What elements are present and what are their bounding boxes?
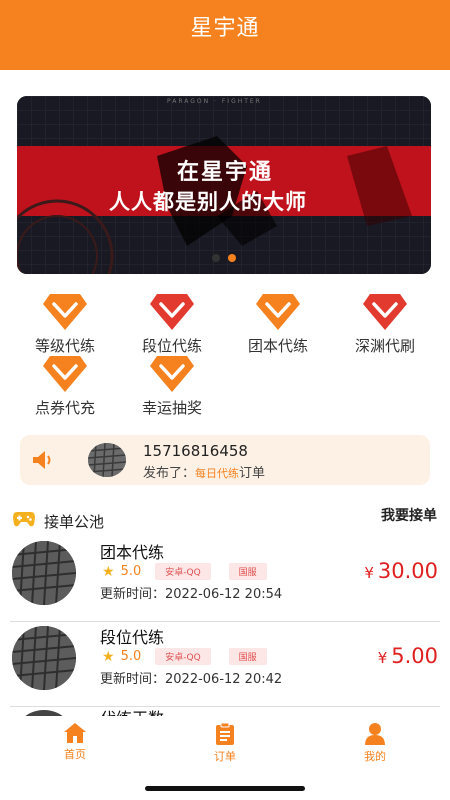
home-indicator [145,786,305,791]
tab-label: 首页 [64,748,86,761]
home-icon [64,723,86,743]
order-price: ¥5.00 [378,644,438,668]
orange-chevron-gem-icon [43,294,87,330]
order-rating: 5.0 [120,649,142,664]
banner-caption: PARAGON · FIGHTER [167,98,262,105]
order-name: 段位代练 [100,628,165,647]
star-icon: ★ [102,563,115,580]
notice-order-type: 每日代练 [195,467,240,480]
price-value: 5.00 [391,644,438,668]
service-label: 等级代练 [34,337,95,355]
banner-subheadline: 人人都是别人的大师 [109,190,307,214]
order-thumbnail [12,626,76,690]
service-label: 幸运抽奖 [141,399,202,417]
list-item[interactable]: 团本代练 ★ 5.0 安卓-QQ 国服 更新时间：2022-06-12 20:5… [10,537,440,622]
service-label: 深渊代刷 [354,337,415,355]
order-rating: 5.0 [120,564,142,579]
service-label: 点券代充 [34,399,95,417]
tab-profile[interactable]: 我的 [335,722,415,764]
platform-badge: 安卓-QQ [155,563,211,580]
service-label: 团本代练 [247,337,308,355]
banner-headline: 在星宇通 [177,160,274,185]
tab-home[interactable]: 首页 [35,722,115,762]
page-title: 星宇通 [190,16,260,41]
order-price: ¥30.00 [364,559,438,583]
tab-label: 订单 [214,750,236,763]
service-raid-boost[interactable]: 团本代练 [228,292,328,356]
order-name: 代练王数 [100,705,164,716]
server-badge: 国服 [228,648,267,665]
service-lucky-draw[interactable]: 幸运抽奖 [122,354,222,418]
gamepad-icon [13,512,35,527]
notice-suffix: 订单 [239,466,266,481]
server-badge: 国服 [228,563,267,580]
carousel-indicator [17,254,431,262]
currency-symbol: ¥ [377,649,388,667]
section-title: 接单公池 [44,513,105,531]
user-icon [365,723,385,745]
currency-symbol: ¥ [364,564,374,582]
tab-label: 我的 [364,750,386,763]
tab-orders[interactable]: 订单 [185,722,265,764]
price-value: 30.00 [377,559,438,583]
orange-chevron-gem-icon [256,294,300,330]
notice-prefix: 发布了： [143,466,196,481]
service-label: 段位代练 [141,337,202,355]
order-updated-time: 更新时间：2022-06-12 20:42 [100,672,283,687]
order-name: 团本代练 [100,543,165,562]
app-header: 星宇通 [0,0,450,70]
orange-chevron-gem-icon [150,356,194,392]
order-thumbnail [12,541,76,605]
order-pool-header: 接单公池 我要接单 [12,508,442,532]
list-item[interactable]: 段位代练 ★ 5.0 安卓-QQ 国服 更新时间：2022-06-12 20:4… [10,622,440,707]
red-gem-icon [363,294,407,330]
avatar [88,443,126,477]
orange-chevron-gem-icon [43,356,87,392]
carousel-dot[interactable] [212,254,220,262]
list-item-partial[interactable]: 代练王数 [0,702,450,716]
order-meta: ★ 5.0 安卓-QQ 国服 [102,648,279,665]
service-level-boost[interactable]: 等级代练 [15,292,115,356]
service-rank-boost[interactable]: 段位代练 [122,292,222,356]
speaker-icon [33,451,51,469]
service-voucher-topup[interactable]: 点券代充 [15,354,115,418]
announcement-bar[interactable]: 15716816458 发布了：每日代练订单 [20,435,430,485]
carousel-dot-active[interactable] [228,254,236,262]
platform-badge: 安卓-QQ [155,648,211,665]
notice-user-phone: 15716816458 [143,442,248,460]
star-icon: ★ [102,648,115,665]
service-abyss-farm[interactable]: 深渊代刷 [335,292,435,356]
order-meta: ★ 5.0 安卓-QQ 国服 [102,563,279,580]
promo-banner[interactable]: PARAGON · FIGHTER 在星宇通 人人都是别人的大师 [17,96,431,274]
notice-message: 发布了：每日代练订单 [143,462,265,481]
accept-orders-link[interactable]: 我要接单 [381,505,437,525]
order-updated-time: 更新时间：2022-06-12 20:54 [100,587,283,602]
red-gem-icon [150,294,194,330]
clipboard-icon [216,722,234,745]
